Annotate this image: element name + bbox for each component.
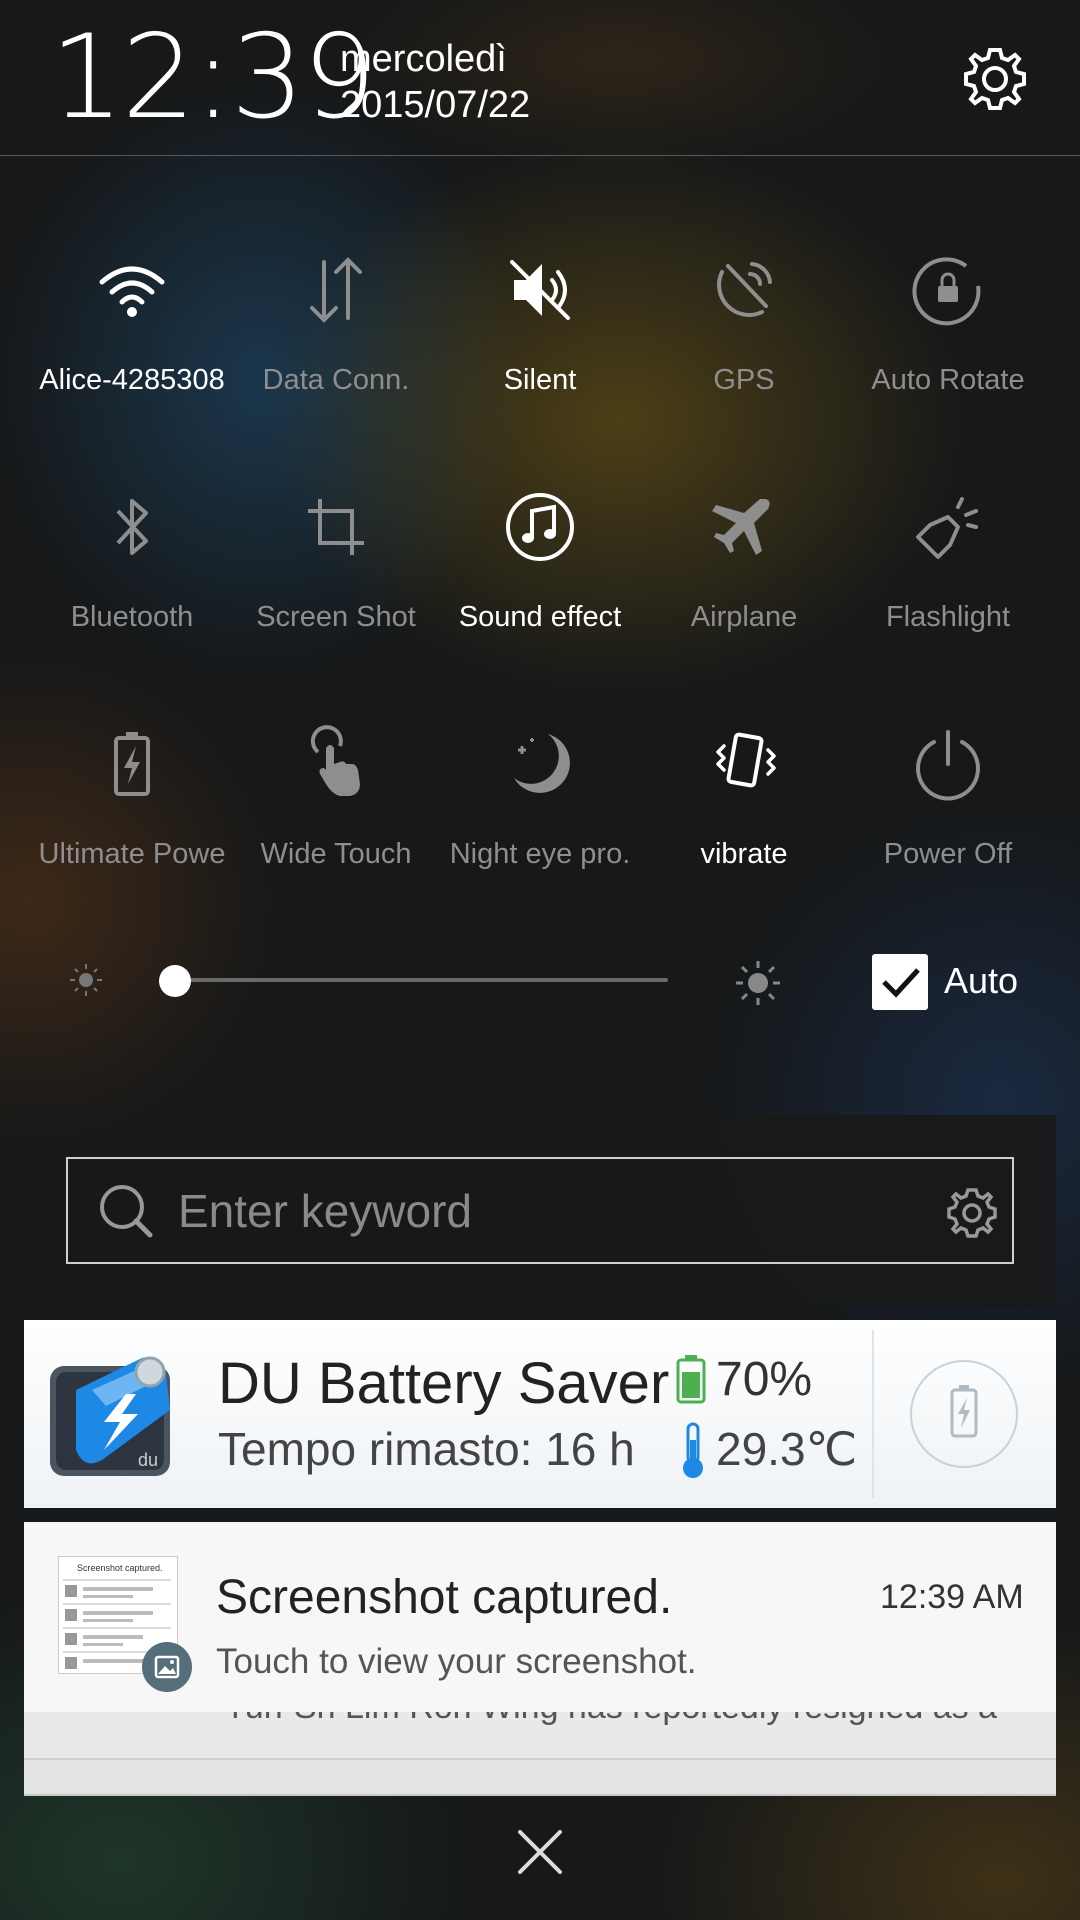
- ultimate-power-icon: [114, 732, 150, 796]
- gear-icon: [964, 48, 1026, 110]
- screenshot-notification[interactable]: Screenshot captured. Screenshot captured…: [24, 1522, 1056, 1712]
- tile-night-eye[interactable]: Night eye pro.: [432, 704, 648, 894]
- auto-rotate-icon: [912, 257, 981, 326]
- tile-label: Silent: [503, 364, 577, 396]
- airplane-icon: [712, 499, 770, 555]
- tile-screen-shot[interactable]: Screen Shot: [228, 467, 444, 657]
- tile-airplane[interactable]: Airplane: [636, 467, 852, 657]
- divider: [872, 1330, 874, 1498]
- search-box[interactable]: [66, 1157, 1014, 1264]
- tile-silent[interactable]: Silent: [432, 230, 648, 420]
- tile-label: Auto Rotate: [871, 364, 1025, 396]
- gallery-badge: [142, 1642, 192, 1692]
- search-widget: [24, 1115, 1056, 1306]
- remaining-time: Tempo rimasto: 16 h: [218, 1423, 635, 1475]
- tile-auto-rotate[interactable]: Auto Rotate: [840, 230, 1056, 420]
- notification-title: Screenshot captured.: [216, 1571, 673, 1624]
- tile-label: Data Conn.: [262, 364, 410, 396]
- tile-label: vibrate: [700, 838, 788, 870]
- tile-label: Airplane: [690, 601, 798, 633]
- search-icon: [100, 1185, 153, 1238]
- thumb-caption: Screenshot captured.: [77, 1563, 163, 1573]
- tile-label: Night eye pro.: [449, 838, 631, 870]
- du-battery-notification[interactable]: du DU Battery Saver 70% Tempo rimasto: 1…: [24, 1320, 1056, 1508]
- tile-label: Bluetooth: [70, 601, 194, 633]
- date-block: mercoledì 2015/07/22: [340, 36, 530, 128]
- gps-icon: [717, 262, 772, 317]
- tile-vibrate[interactable]: vibrate: [636, 704, 852, 894]
- tile-wide-touch[interactable]: Wide Touch: [228, 704, 444, 894]
- tile-ultimate-power[interactable]: Ultimate Powe: [24, 704, 240, 894]
- screenshot-icon: [308, 499, 364, 555]
- battery-boost-button[interactable]: [910, 1360, 1018, 1468]
- tile-label: Sound effect: [458, 601, 622, 633]
- tile-sound-effect[interactable]: Sound effect: [432, 467, 648, 657]
- power-off-icon: [916, 730, 980, 801]
- weekday: mercoledì: [340, 38, 507, 80]
- brightness-row: Auto: [0, 940, 1080, 1020]
- tile-label: Wide Touch: [260, 838, 412, 870]
- tile-label: Screen Shot: [256, 601, 416, 633]
- du-icon-text: du: [138, 1450, 158, 1470]
- auto-brightness-checkbox[interactable]: [872, 954, 928, 1010]
- date: 2015/07/22: [340, 84, 531, 126]
- checkmark-icon: [882, 968, 920, 998]
- brightness-low-icon: [70, 964, 102, 996]
- tile-label: Flashlight: [885, 601, 1011, 633]
- wide-touch-icon: [310, 725, 360, 796]
- tile-data-connection[interactable]: Data Conn.: [228, 230, 444, 420]
- close-icon: [518, 1830, 562, 1874]
- flashlight-icon: [916, 497, 978, 559]
- notification-time: 12:39 AM: [880, 1578, 1024, 1616]
- battery-charge-icon: [950, 1385, 978, 1438]
- notification-subtitle: Touch to view your screenshot.: [216, 1642, 697, 1681]
- tile-label: GPS: [713, 364, 775, 396]
- data-connection-icon: [310, 257, 362, 323]
- brightness-slider-knob[interactable]: [159, 965, 191, 997]
- thermometer-icon: [683, 1422, 703, 1478]
- wifi-icon: [99, 266, 165, 317]
- brightness-slider-track[interactable]: [175, 978, 668, 982]
- battery-level-icon: [676, 1355, 706, 1404]
- settings-button[interactable]: [960, 44, 1030, 114]
- battery-temperature: 29.3℃: [716, 1423, 858, 1475]
- du-title: DU Battery Saver: [218, 1351, 670, 1416]
- tile-power-off[interactable]: Power Off: [840, 704, 1056, 894]
- tile-label: Alice-4285308: [39, 364, 225, 396]
- vibrate-icon: [716, 732, 776, 788]
- gear-icon[interactable]: [944, 1185, 1000, 1241]
- tile-flashlight[interactable]: Flashlight: [840, 467, 1056, 657]
- clock: 12:39: [50, 10, 376, 145]
- notification-header: 12:39 mercoledì 2015/07/22: [0, 0, 1080, 156]
- brightness-high-icon: [736, 961, 780, 1005]
- image-icon: [154, 1655, 180, 1679]
- sound-effect-icon: [506, 493, 574, 561]
- dismiss-all-button[interactable]: [510, 1822, 570, 1882]
- tile-bluetooth[interactable]: Bluetooth: [24, 467, 240, 657]
- du-battery-app-icon: du: [50, 1356, 170, 1476]
- silent-icon: [510, 260, 570, 320]
- night-eye-icon: [514, 734, 570, 793]
- search-input[interactable]: [178, 1181, 878, 1241]
- tile-gps[interactable]: GPS: [636, 230, 852, 420]
- tile-wifi[interactable]: Alice-4285308: [24, 230, 240, 420]
- tile-label: Power Off: [883, 838, 1013, 870]
- battery-percent: 70%: [716, 1353, 813, 1406]
- bluetooth-icon: [116, 499, 148, 555]
- tile-label: Ultimate Powe: [38, 838, 226, 870]
- stacked-notification[interactable]: [24, 1760, 1056, 1796]
- auto-brightness-label: Auto: [944, 960, 1019, 1001]
